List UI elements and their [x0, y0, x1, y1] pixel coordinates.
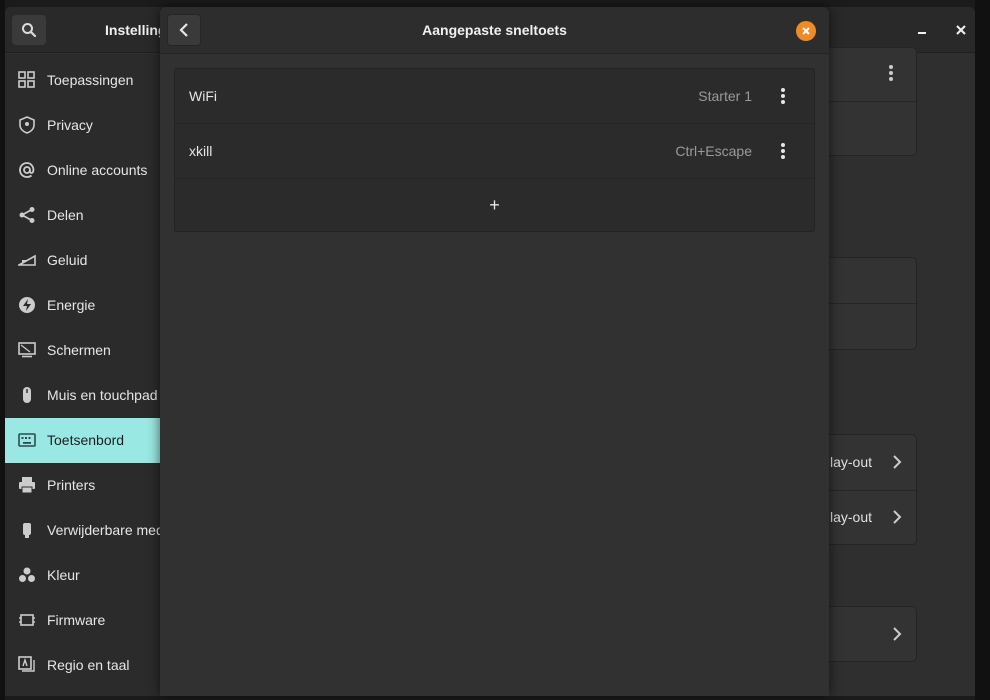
shortcut-list: WiFi Starter 1 xkill Ctrl+Escape + [174, 68, 815, 232]
sidebar-item-online-accounts[interactable]: Online accounts [5, 148, 165, 193]
shortcut-accelerator[interactable]: Ctrl+Escape [675, 143, 752, 159]
sidebar-item-label: Schermen [47, 342, 111, 358]
sidebar-item-schermen[interactable]: Schermen [5, 328, 165, 373]
sidebar-item-label: Toepassingen [47, 72, 134, 88]
sidebar-item-toetsenbord[interactable]: Toetsenbord [5, 418, 165, 463]
add-icon: + [489, 194, 500, 215]
printer-icon [19, 477, 35, 494]
search-icon [22, 23, 37, 38]
chevron-right-icon[interactable] [892, 627, 902, 641]
sidebar-item-label: Geluid [47, 252, 88, 268]
sidebar-item-label: Printers [47, 477, 96, 493]
shortcut-menu-button[interactable] [773, 85, 793, 107]
chip-icon [19, 614, 35, 626]
color-icon [19, 567, 35, 582]
privacy-icon [19, 116, 35, 134]
minimize-icon [918, 32, 926, 34]
sidebar-item-label: Toetsenbord [47, 432, 125, 448]
sidebar-item-firmware[interactable]: Firmware [5, 598, 165, 643]
chevron-right-icon[interactable] [892, 510, 902, 524]
more-vertical-icon [781, 143, 785, 159]
sidebar-item-label: Online accounts [47, 162, 148, 178]
keyboard-icon [18, 433, 36, 447]
sidebar-item-label: Privacy [47, 117, 93, 133]
sound-icon [18, 254, 36, 266]
sidebar-item-label: Kleur [47, 567, 80, 583]
shortcut-row[interactable]: xkill Ctrl+Escape [175, 124, 814, 179]
power-icon [19, 297, 35, 313]
search-button[interactable] [12, 15, 46, 45]
sidebar-item-kleur[interactable]: Kleur [5, 553, 165, 598]
add-shortcut-button[interactable]: + [175, 179, 814, 231]
chevron-right-icon[interactable] [892, 455, 902, 469]
sidebar-item-regio-en-taal[interactable]: Regio en taal [5, 643, 165, 688]
sidebar-item-geluid[interactable]: Geluid [5, 238, 165, 283]
bg-card-4[interactable] [815, 606, 917, 662]
settings-sidebar: Toepassingen Privacy Online accounts Del… [5, 54, 165, 696]
sidebar-item-energie[interactable]: Energie [5, 283, 165, 328]
grid-icon [18, 71, 35, 88]
minimize-button[interactable] [912, 20, 932, 40]
sidebar-item-label: Energie [47, 297, 96, 313]
mouse-icon [23, 387, 31, 403]
language-icon [18, 656, 35, 672]
at-icon [19, 162, 35, 178]
bg-card-2 [815, 257, 918, 350]
sidebar-item-toepassingen[interactable]: Toepassingen [5, 58, 165, 103]
more-vertical-icon [781, 88, 785, 104]
dialog-close-button[interactable] [796, 21, 816, 41]
desktop-background-right [975, 0, 990, 700]
bg-card-3: lay-out lay-out [815, 434, 918, 545]
bg-card-1 [815, 47, 918, 156]
sidebar-item-label: Delen [47, 207, 84, 223]
sidebar-item-delen[interactable]: Delen [5, 193, 165, 238]
shortcut-row[interactable]: WiFi Starter 1 [175, 69, 814, 124]
shortcut-accelerator[interactable]: Starter 1 [698, 88, 752, 104]
dialog-title: Aangepaste sneltoets [422, 22, 567, 38]
sidebar-item-label: Muis en touchpad [47, 387, 158, 403]
dialog-header: Aangepaste sneltoets [160, 7, 829, 54]
shortcut-name: xkill [189, 143, 213, 159]
sidebar-item-muis-en-touchpad[interactable]: Muis en touchpad [5, 373, 165, 418]
display-icon [18, 342, 36, 358]
sidebar-item-label: Regio en taal [47, 657, 130, 673]
sidebar-item-label: Verwijderbare media [47, 522, 165, 538]
usb-icon [23, 523, 31, 538]
layout-label: lay-out [830, 509, 873, 525]
shortcut-menu-button[interactable] [773, 140, 793, 162]
share-icon [19, 207, 35, 223]
close-icon [956, 25, 966, 35]
custom-shortcut-dialog: Aangepaste sneltoets WiFi Starter 1 xkil… [160, 7, 829, 696]
close-icon [802, 27, 810, 35]
layout-label: lay-out [830, 454, 873, 470]
shortcut-name: WiFi [189, 88, 217, 104]
sidebar-item-printers[interactable]: Printers [5, 463, 165, 508]
sidebar-item-label: Firmware [47, 612, 106, 628]
sidebar-item-verwijderbare-media[interactable]: Verwijderbare media [5, 508, 165, 553]
more-icon [889, 65, 893, 81]
sidebar-item-privacy[interactable]: Privacy [5, 103, 165, 148]
window-close-button[interactable] [951, 20, 971, 40]
